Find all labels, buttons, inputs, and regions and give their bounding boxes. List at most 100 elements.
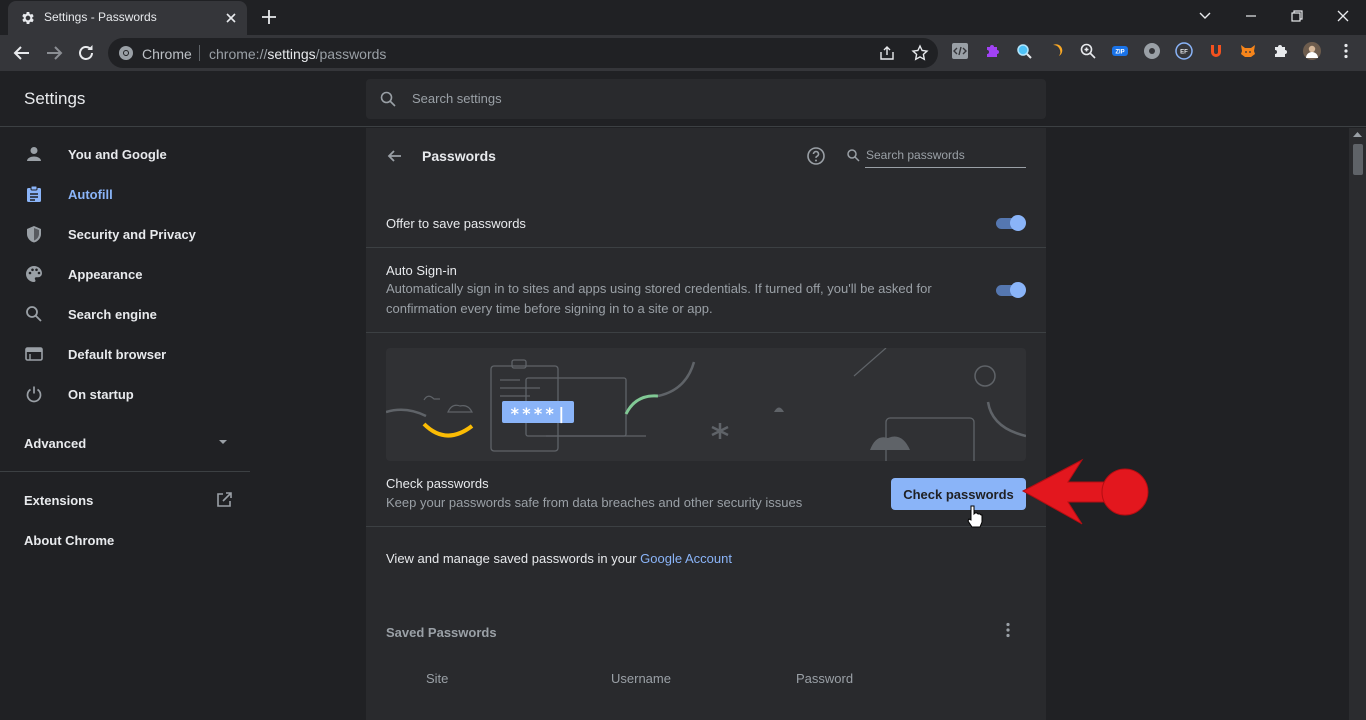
row-divider	[366, 332, 1046, 333]
back-arrow-icon[interactable]	[385, 146, 405, 166]
scrollbar-thumb[interactable]	[1353, 144, 1363, 175]
reload-icon[interactable]	[74, 41, 98, 65]
sidebar-item-label: Default browser	[68, 347, 167, 362]
offer-to-save-toggle[interactable]	[994, 215, 1026, 231]
tab-settings-passwords[interactable]: Settings - Passwords	[8, 1, 247, 35]
ef-extension-icon[interactable]: EF	[1175, 42, 1193, 60]
google-account-link[interactable]: Google Account	[640, 551, 732, 566]
search-passwords-underline	[865, 167, 1026, 168]
browser-menu-kebab-icon[interactable]	[1337, 42, 1355, 60]
auto-signin-toggle[interactable]	[994, 282, 1026, 298]
check-passwords-title: Check passwords	[386, 476, 489, 491]
sidebar-about-label: About Chrome	[24, 533, 115, 548]
omnibox-separator	[199, 45, 200, 61]
offer-to-save-label: Offer to save passwords	[386, 216, 526, 231]
omnibox-url[interactable]: chrome://settings/passwords	[209, 46, 386, 62]
sidebar-item-default-browser[interactable]: Default browser	[0, 334, 250, 374]
omnibox-site-label: Chrome	[142, 46, 192, 62]
search-icon	[26, 306, 42, 322]
power-icon	[26, 386, 42, 403]
profile-avatar[interactable]	[1303, 42, 1321, 60]
sidebar-item-you-and-google[interactable]: You and Google	[0, 134, 250, 174]
puzzle-purple-extension-icon[interactable]	[983, 42, 1001, 60]
sidebar-item-appearance[interactable]: Appearance	[0, 254, 250, 294]
column-header-username: Username	[611, 671, 671, 686]
help-icon[interactable]	[806, 146, 826, 166]
page-scrollbar[interactable]	[1349, 128, 1366, 720]
scroll-up-arrow-icon[interactable]	[1353, 131, 1362, 137]
toggle-knob	[1010, 282, 1026, 298]
magnifier-extension-icon[interactable]	[1015, 42, 1033, 60]
browser-toolbar: Chrome chrome://settings/passwords	[0, 35, 1366, 71]
manage-passwords-text: View and manage saved passwords in your …	[386, 551, 732, 566]
page-title: Settings	[24, 89, 86, 108]
clipboard-icon	[27, 185, 41, 202]
url-prefix: chrome://	[209, 46, 268, 62]
tab-search-chevron-icon[interactable]	[1193, 5, 1217, 27]
sidebar-item-security-and-privacy[interactable]: Security and Privacy	[0, 214, 250, 254]
sidebar-item-on-startup[interactable]: On startup	[0, 374, 250, 414]
circle-extension-icon[interactable]	[1143, 42, 1161, 60]
search-passwords-input[interactable]: Search passwords	[846, 146, 1026, 168]
minimize-icon[interactable]	[1239, 5, 1263, 27]
browser-window-icon	[25, 347, 43, 361]
sidebar-item-label: Appearance	[68, 267, 143, 282]
zoom-extension-icon[interactable]	[1079, 42, 1097, 60]
sidebar-item-extensions[interactable]: Extensions	[0, 479, 250, 519]
u-extension-icon[interactable]	[1207, 42, 1225, 60]
code-extension-icon[interactable]	[951, 42, 969, 60]
saved-passwords-title: Saved Passwords	[386, 625, 497, 640]
orange-moon-extension-icon[interactable]	[1047, 42, 1065, 60]
sidebar-item-search-engine[interactable]: Search engine	[0, 294, 250, 334]
search-settings-placeholder: Search settings	[412, 91, 502, 106]
auto-signin-title: Auto Sign-in	[386, 263, 457, 278]
sidebar-extensions-label: Extensions	[24, 493, 94, 508]
column-header-site: Site	[426, 671, 449, 686]
illustration-graphic	[386, 348, 1026, 461]
search-icon	[380, 91, 396, 107]
bookmark-star-icon[interactable]	[911, 44, 929, 62]
search-settings-input[interactable]: Search settings	[366, 79, 1046, 119]
check-passwords-button[interactable]: Check passwords	[891, 478, 1026, 510]
fox-extension-icon[interactable]	[1239, 42, 1257, 60]
tab-title: Settings - Passwords	[44, 10, 157, 24]
manage-text: View and manage saved passwords in your	[386, 551, 637, 566]
address-bar[interactable]: Chrome chrome://settings/passwords	[108, 38, 938, 68]
sidebar-item-label: Security and Privacy	[68, 227, 196, 242]
restore-icon[interactable]	[1285, 5, 1309, 27]
more-vert-icon[interactable]	[999, 621, 1017, 639]
sidebar-item-label: You and Google	[68, 147, 167, 162]
svg-text:EF: EF	[1180, 50, 1188, 56]
url-path: /passwords	[315, 46, 387, 62]
password-check-illustration: ****|	[386, 348, 1026, 461]
open-in-new-icon	[217, 492, 232, 507]
sidebar-divider	[0, 471, 250, 472]
url-host: settings	[267, 46, 316, 62]
gear-icon	[22, 12, 34, 24]
palette-icon	[26, 266, 42, 282]
row-divider	[366, 526, 1046, 527]
chrome-logo-icon	[119, 46, 133, 60]
close-icon[interactable]	[222, 9, 240, 27]
svg-text:ZIP: ZIP	[1115, 50, 1124, 56]
column-header-password: Password	[796, 671, 854, 686]
sidebar-item-autofill[interactable]: Autofill	[0, 174, 250, 214]
search-icon	[847, 149, 860, 162]
close-window-icon[interactable]	[1331, 5, 1355, 27]
new-tab-icon[interactable]	[259, 7, 279, 27]
sidebar-advanced-label: Advanced	[24, 436, 87, 451]
back-arrow-icon[interactable]	[10, 41, 34, 65]
sidebar-item-about-chrome[interactable]: About Chrome	[0, 519, 250, 559]
tab-strip: Settings - Passwords	[0, 0, 1366, 35]
search-passwords-placeholder: Search passwords	[866, 148, 965, 162]
settings-header: Settings Search settings	[0, 71, 1366, 127]
extensions-puzzle-icon[interactable]	[1271, 42, 1289, 60]
zip-extension-icon[interactable]: ZIP	[1111, 42, 1129, 60]
settings-sidebar: You and Google Autofill Security and Pri…	[0, 128, 250, 720]
toggle-knob	[1010, 215, 1026, 231]
forward-arrow-icon[interactable]	[42, 41, 66, 65]
sidebar-item-label: Autofill	[68, 187, 113, 202]
sidebar-advanced-toggle[interactable]: Advanced	[0, 422, 250, 462]
caret-down-icon	[219, 440, 227, 444]
share-icon[interactable]	[878, 44, 896, 62]
